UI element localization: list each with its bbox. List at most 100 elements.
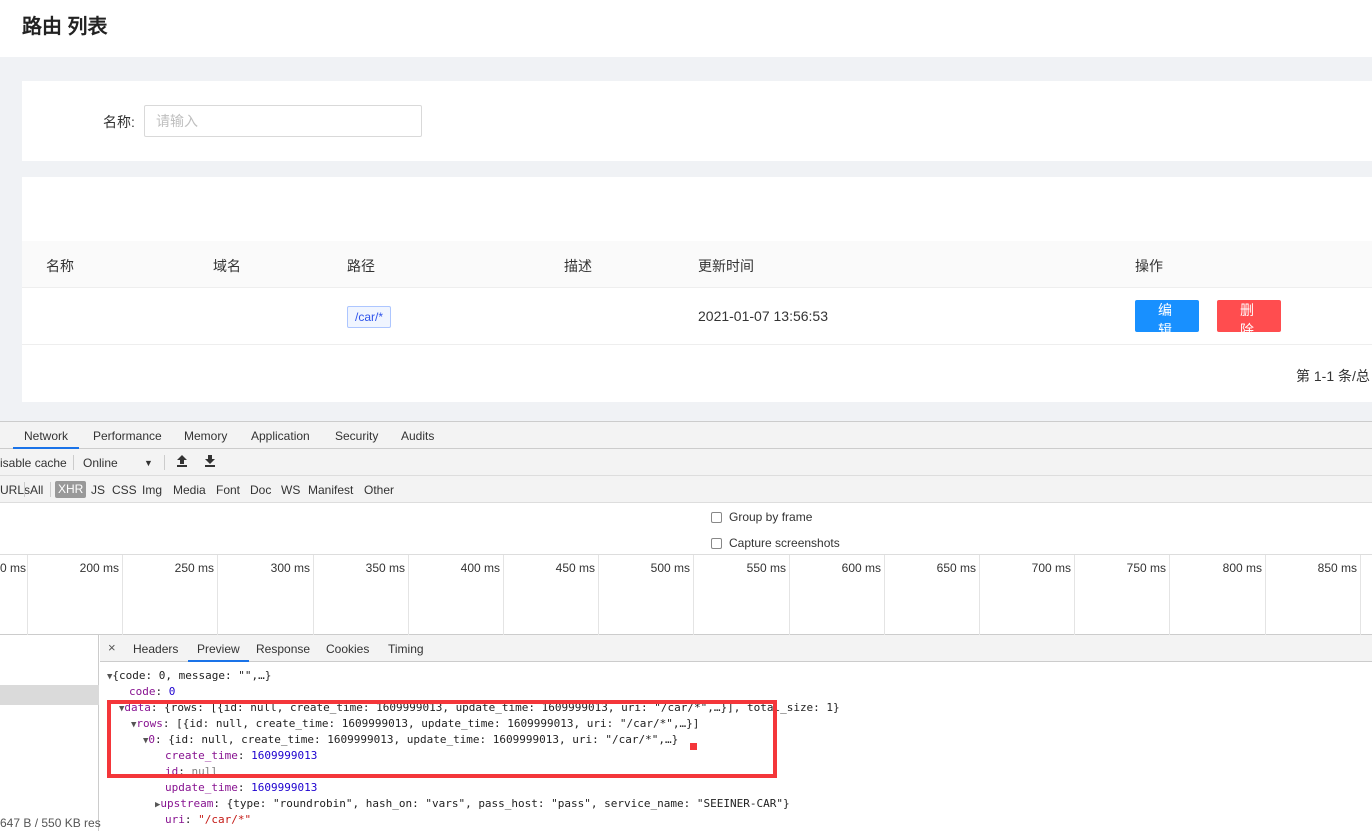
pagination-total: 第 1-1 条/总	[1296, 368, 1370, 384]
download-icon[interactable]	[204, 454, 216, 471]
timeline-tick-label: 400 ms	[460, 561, 500, 575]
col-header-actions: 操作	[1135, 258, 1163, 274]
filter-media[interactable]: Media	[173, 483, 206, 497]
table-row: /car/* 2021-01-07 13:56:53 编辑 删除	[22, 288, 1372, 345]
timeline-tick-label: 650 ms	[936, 561, 976, 575]
network-timeline: 0 ms 200 ms 250 ms 300 ms 350 ms 400 ms 450 ms…	[0, 555, 1372, 635]
app-window: 路由 列表 名称: 名称 域名 路径 描述 更新时间 操作 /car/* 202…	[0, 0, 1372, 831]
timeline-gridline	[884, 555, 885, 635]
tab-network[interactable]: Network	[13, 429, 80, 449]
filter-xhr[interactable]: XHR	[55, 481, 87, 498]
throttle-arrow-icon[interactable]: ▼	[144, 458, 153, 468]
filter-ws[interactable]: WS	[281, 483, 300, 497]
timeline-tick-label: 300 ms	[270, 561, 310, 575]
timeline-gridline	[122, 555, 123, 635]
timeline-gridline	[979, 555, 980, 635]
json-code-line: code: 0	[129, 685, 176, 698]
tab-performance[interactable]: Performance	[93, 429, 162, 443]
filter-other[interactable]: Other	[364, 483, 394, 497]
timeline-tick-label: 850 ms	[1317, 561, 1357, 575]
json-upstream-line[interactable]: ▶upstream: {type: "roundrobin", hash_on:…	[155, 796, 790, 813]
transfer-status: 647 B / 550 KB res	[0, 816, 101, 830]
tab-headers[interactable]: Headers	[133, 642, 178, 656]
filter-divider	[50, 482, 51, 497]
timeline-gridline	[1169, 555, 1170, 635]
timeline-gridline	[1265, 555, 1266, 635]
group-by-frame-checkbox[interactable]	[711, 512, 722, 523]
timeline-tick-label: 800 ms	[1222, 561, 1262, 575]
disable-cache-checkbox[interactable]: isable cache	[0, 456, 67, 470]
filter-all[interactable]: All	[30, 483, 43, 497]
devtools-tabs: Network Performance Memory Application S…	[0, 422, 1372, 449]
timeline-gridline	[693, 555, 694, 635]
timeline-tick-label: 450 ms	[555, 561, 595, 575]
timeline-tick-label: 700 ms	[1031, 561, 1071, 575]
col-header-updated: 更新时间	[698, 258, 754, 274]
tab-security[interactable]: Security	[335, 429, 378, 443]
throttle-select[interactable]: Online	[83, 456, 118, 470]
page-title: 路由 列表	[22, 16, 108, 38]
network-toolbar: isable cache Online ▼	[0, 449, 1372, 476]
timeline-tick-label: 200 ms	[79, 561, 119, 575]
route-table: 名称 域名 路径 描述 更新时间 操作 /car/* 2021-01-07 13…	[22, 177, 1372, 402]
col-header-name: 名称	[46, 258, 74, 274]
timeline-gridline	[313, 555, 314, 635]
network-options: Group by frame Capture screenshots	[0, 503, 1372, 555]
filter-js[interactable]: JS	[91, 483, 105, 497]
filter-doc[interactable]: Doc	[250, 483, 271, 497]
close-icon[interactable]: ×	[108, 640, 116, 655]
timeline-gridline	[1074, 555, 1075, 635]
tab-response[interactable]: Response	[256, 642, 310, 656]
timeline-gridline	[27, 555, 28, 635]
timeline-tick-label: 500 ms	[650, 561, 690, 575]
table-header: 名称 域名 路径 描述 更新时间 操作	[22, 241, 1372, 288]
page-header: 路由 列表	[0, 0, 1372, 57]
timeline-tick-label: 750 ms	[1126, 561, 1166, 575]
capture-screenshots-label: Capture screenshots	[729, 536, 840, 550]
path-tag: /car/*	[347, 306, 392, 328]
timeline-tick-label: 350 ms	[365, 561, 405, 575]
timeline-tick-label: 250 ms	[174, 561, 214, 575]
search-input[interactable]	[144, 105, 422, 137]
edit-button[interactable]: 编辑	[1135, 300, 1199, 338]
json-uri-line: uri: "/car/*"	[165, 813, 252, 826]
toolbar-divider	[164, 455, 165, 470]
col-header-host: 域名	[213, 258, 241, 274]
delete-button[interactable]: 删除	[1217, 300, 1281, 338]
capture-screenshots-checkbox[interactable]	[711, 538, 722, 549]
timeline-gridline	[598, 555, 599, 635]
json-root-line[interactable]: ▼{code: 0, message: "",…}	[107, 668, 271, 685]
timeline-gridline	[503, 555, 504, 635]
filter-divider	[24, 482, 25, 497]
tab-preview[interactable]: Preview	[188, 642, 249, 662]
group-by-frame-label: Group by frame	[729, 510, 813, 524]
preview-tabs: × Headers Preview Response Cookies Timin…	[100, 635, 1372, 662]
timeline-gridline	[789, 555, 790, 635]
timeline-tick-label: 0 ms	[0, 561, 27, 575]
tab-timing[interactable]: Timing	[388, 642, 424, 656]
timeline-gridline	[1360, 555, 1361, 635]
tab-audits[interactable]: Audits	[401, 429, 434, 443]
filter-css[interactable]: CSS	[112, 483, 137, 497]
request-list: 647 B / 550 KB res	[0, 635, 101, 831]
filter-font[interactable]: Font	[216, 483, 240, 497]
annotation-highlight-box	[107, 700, 777, 778]
json-update-time-line: update_time: 1609999013	[165, 781, 318, 794]
filter-urls[interactable]: URLs	[0, 483, 30, 497]
filter-manifest[interactable]: Manifest	[308, 483, 353, 497]
search-card: 名称:	[22, 81, 1372, 161]
tab-memory[interactable]: Memory	[184, 429, 227, 443]
filter-img[interactable]: Img	[142, 483, 162, 497]
col-header-desc: 描述	[564, 258, 592, 274]
timeline-gridline	[408, 555, 409, 635]
tab-application[interactable]: Application	[251, 429, 310, 443]
tab-cookies[interactable]: Cookies	[326, 642, 369, 656]
upload-icon[interactable]	[176, 454, 188, 471]
timeline-tick-label: 600 ms	[841, 561, 881, 575]
search-label: 名称:	[103, 114, 135, 130]
network-filter-bar: URLs All XHR JS CSS Img Media Font Doc W…	[0, 476, 1372, 503]
selected-request-row[interactable]	[0, 685, 99, 705]
toolbar-divider	[73, 455, 74, 470]
timeline-gridline	[217, 555, 218, 635]
annotation-dot	[690, 743, 697, 750]
